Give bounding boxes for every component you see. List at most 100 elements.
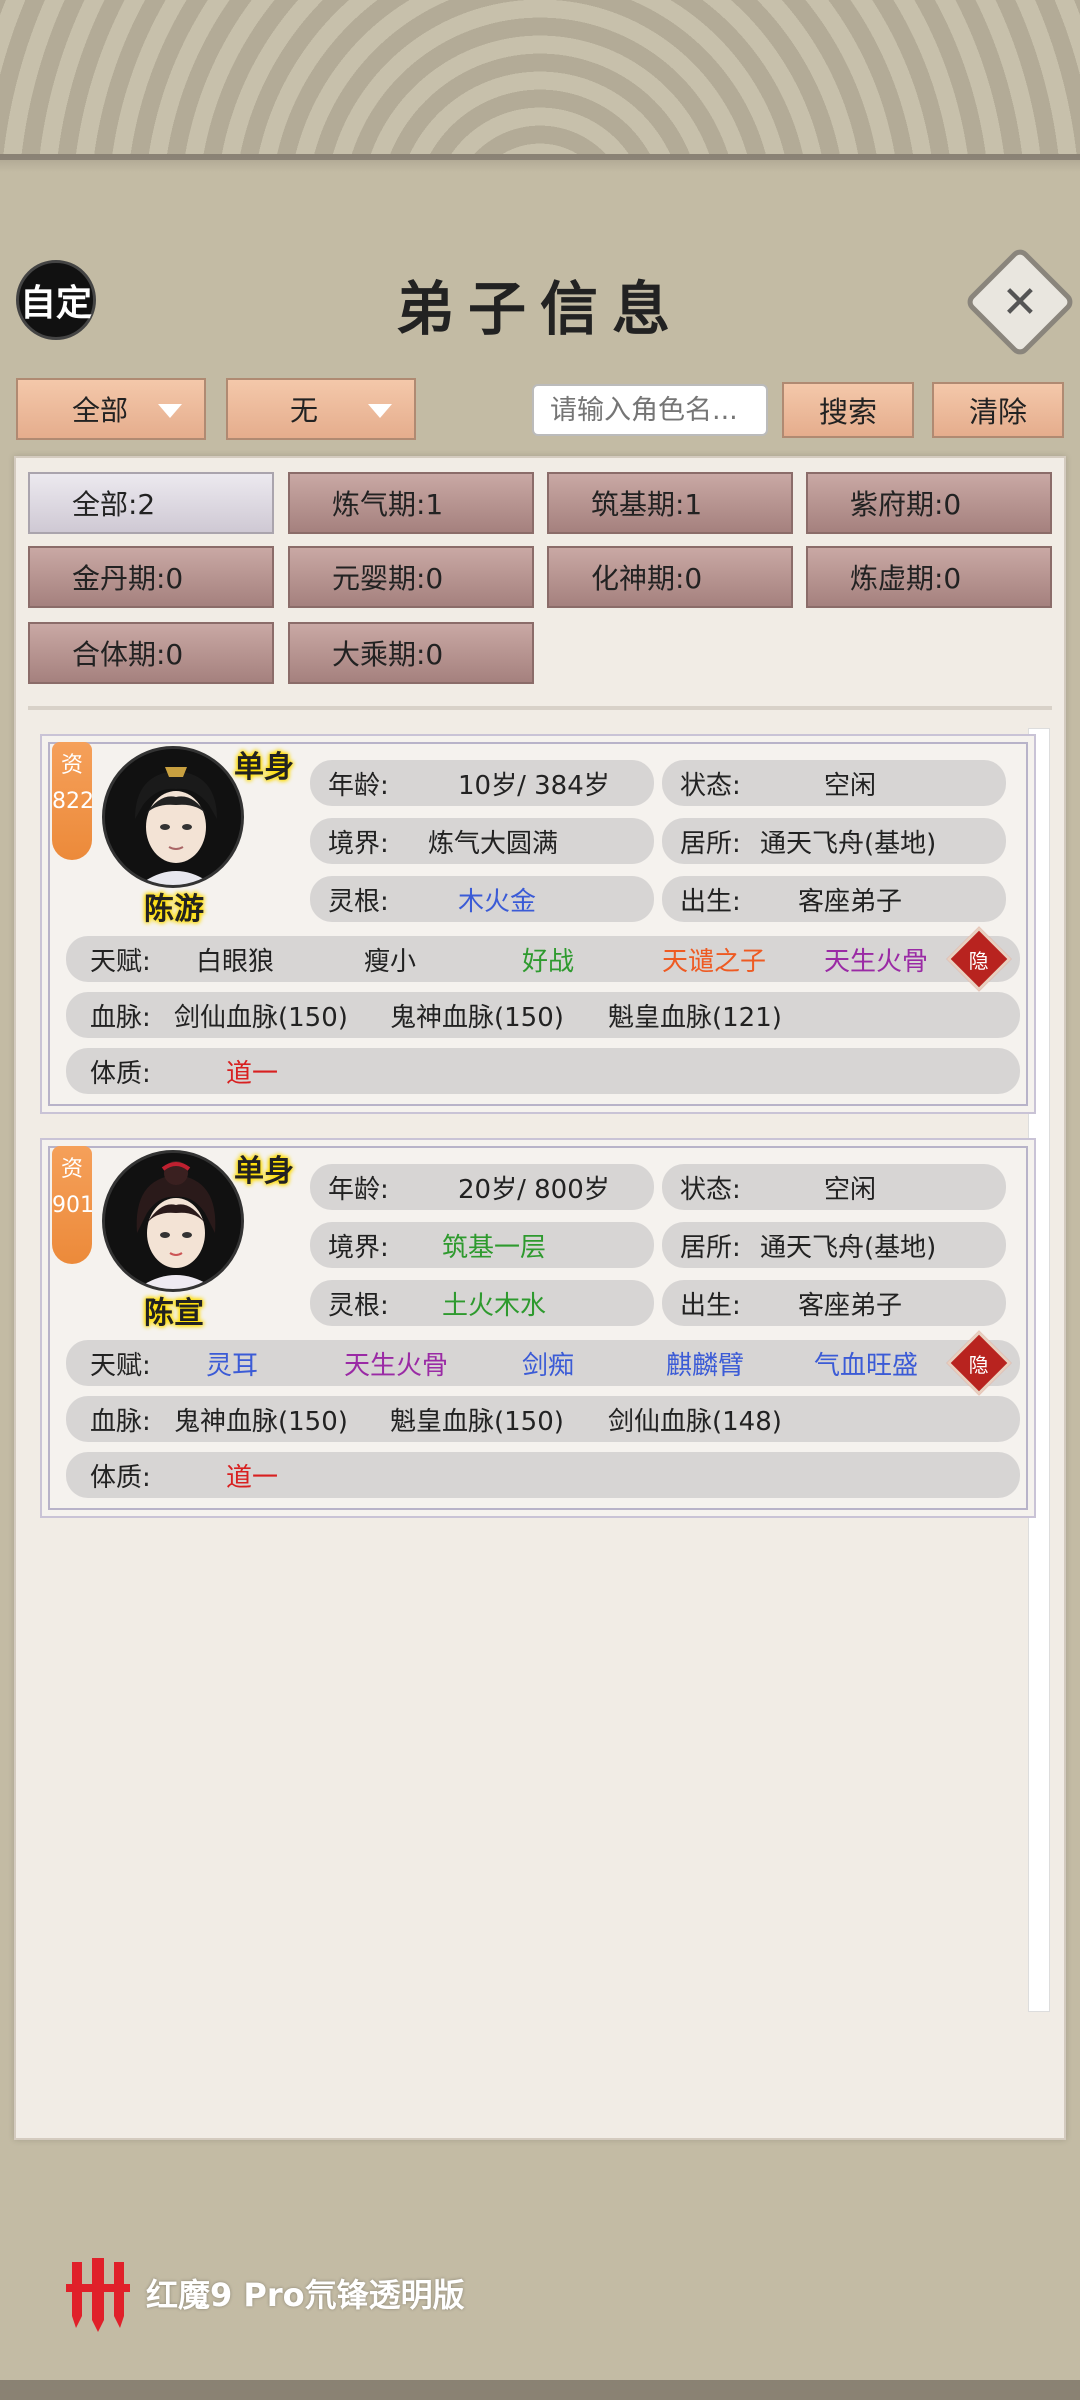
top-decorative-band [0, 0, 1080, 172]
filter-bar: 全部 无 搜索 清除 [0, 378, 1080, 442]
physique-label: 体质: [90, 1462, 151, 1493]
bloodline-item[interactable]: 剑仙血脉(150) [174, 997, 348, 1034]
secondary-dropdown[interactable]: 无 [226, 378, 416, 440]
talent-item[interactable]: 气血旺盛 [814, 1345, 918, 1382]
status-field: 状态: 空闲 [662, 1164, 1006, 1210]
talent-item[interactable]: 天生火骨 [824, 941, 928, 978]
disciple-card[interactable]: 资 822 单身 陈游 年龄: 10岁/ 384岁 状态: 空闲 境界: 炼气大… [40, 734, 1036, 1114]
status-label: 状态: [680, 1174, 741, 1205]
talent-field: 天赋: 灵耳 天生火骨 剑痴 麒麟臂 气血旺盛 [66, 1340, 1020, 1386]
home-label: 居所: [680, 828, 741, 859]
talent-label: 天赋: [90, 1350, 151, 1381]
marital-status: 单身 [234, 1154, 294, 1189]
aptitude-value: 822 [52, 789, 94, 814]
bloodline-item[interactable]: 魁皇血脉(150) [390, 1401, 564, 1438]
age-label: 年龄: [328, 1174, 389, 1205]
spirit-root-value: 木火金 [458, 886, 537, 917]
talent-item[interactable]: 天谴之子 [662, 941, 766, 978]
hide-label: 隐 [969, 1352, 989, 1377]
talent-item[interactable]: 白眼狼 [196, 941, 274, 978]
realm-label: 境界: [328, 1232, 389, 1263]
bloodline-field: 血脉: 鬼神血脉(150) 魁皇血脉(150) 剑仙血脉(148) [66, 1396, 1020, 1442]
home-value: 通天飞舟(基地) [760, 1232, 937, 1263]
tab-jindan[interactable]: 金丹期:0 [28, 546, 274, 608]
spirit-root-field: 灵根: 土火木水 [310, 1280, 654, 1326]
red-magic-logo-icon [66, 2258, 130, 2332]
tab-zhuji[interactable]: 筑基期:1 [547, 472, 793, 534]
spirit-root-value: 土火木水 [442, 1290, 547, 1321]
tab-dacheng[interactable]: 大乘期:0 [288, 622, 534, 684]
secondary-dropdown-value: 无 [290, 394, 319, 427]
bloodline-item[interactable]: 鬼神血脉(150) [390, 997, 564, 1034]
talent-item[interactable]: 好战 [522, 941, 574, 978]
divider [28, 706, 1052, 710]
spirit-root-label: 灵根: [328, 886, 389, 917]
age-value: 10岁/ 384岁 [458, 770, 610, 801]
status-value: 空闲 [824, 1174, 877, 1205]
birth-label: 出生: [680, 886, 741, 917]
talent-item[interactable]: 剑痴 [522, 1345, 574, 1382]
search-input[interactable] [532, 384, 768, 436]
physique-value[interactable]: 道一 [226, 1457, 278, 1494]
avatar[interactable] [102, 746, 244, 888]
category-dropdown[interactable]: 全部 [16, 378, 206, 440]
chevron-down-icon [368, 404, 392, 418]
physique-field: 体质: 道一 [66, 1048, 1020, 1094]
physique-field: 体质: 道一 [66, 1452, 1020, 1498]
aptitude-label: 资 [60, 1157, 83, 1182]
talent-item[interactable]: 麒麟臂 [666, 1345, 744, 1382]
home-label: 居所: [680, 1232, 741, 1263]
physique-label: 体质: [90, 1058, 151, 1089]
bloodline-label: 血脉: [90, 1406, 151, 1437]
aptitude-value: 901 [52, 1193, 94, 1218]
talent-field: 天赋: 白眼狼 瘦小 好战 天谴之子 天生火骨 [66, 936, 1020, 982]
page-title: 弟子信息 [395, 275, 684, 343]
birth-field: 出生: 客座弟子 [662, 876, 1006, 922]
birth-field: 出生: 客座弟子 [662, 1280, 1006, 1326]
bottom-decorative-band [0, 2380, 1080, 2400]
tab-all[interactable]: 全部:2 [28, 472, 274, 534]
realm-field: 境界: 炼气大圆满 [310, 818, 654, 864]
chevron-down-icon [158, 404, 182, 418]
age-label: 年龄: [328, 770, 389, 801]
disciple-name: 陈游 [144, 892, 204, 927]
marital-status: 单身 [234, 750, 294, 785]
tab-yuanying[interactable]: 元婴期:0 [288, 546, 534, 608]
birth-value: 客座弟子 [798, 886, 903, 917]
bloodline-item[interactable]: 剑仙血脉(148) [608, 1401, 782, 1438]
status-label: 状态: [680, 770, 741, 801]
spirit-root-label: 灵根: [328, 1290, 389, 1321]
hide-label: 隐 [969, 948, 989, 973]
tab-lianqi[interactable]: 炼气期:1 [288, 472, 534, 534]
realm-label: 境界: [328, 828, 389, 859]
bloodline-item[interactable]: 鬼神血脉(150) [174, 1401, 348, 1438]
birth-value: 客座弟子 [798, 1290, 903, 1321]
status-field: 状态: 空闲 [662, 760, 1006, 806]
disciple-name: 陈宣 [144, 1296, 204, 1331]
tab-zifu[interactable]: 紫府期:0 [806, 472, 1052, 534]
search-button[interactable]: 搜索 [782, 382, 914, 438]
home-value: 通天飞舟(基地) [760, 828, 937, 859]
clear-button[interactable]: 清除 [932, 382, 1064, 438]
aptitude-badge: 资 822 [52, 742, 94, 860]
disciple-card[interactable]: 资 901 单身 陈宣 年龄: 20岁/ 800岁 状态: 空闲 境界: 筑基一… [40, 1138, 1036, 1518]
talent-item[interactable]: 灵耳 [206, 1345, 258, 1382]
close-icon: ✕ [1001, 276, 1039, 328]
talent-item[interactable]: 瘦小 [364, 941, 416, 978]
physique-value[interactable]: 道一 [226, 1053, 278, 1090]
header: 自定 弟子信息 ✕ [0, 240, 1080, 360]
tab-heti[interactable]: 合体期:0 [28, 622, 274, 684]
watermark-text: 红魔9 Pro氘锋透明版 [146, 2276, 465, 2314]
tab-huashen[interactable]: 化神期:0 [547, 546, 793, 608]
bloodline-item[interactable]: 魁皇血脉(121) [608, 997, 782, 1034]
disciple-panel: 全部:2 炼气期:1 筑基期:1 紫府期:0 金丹期:0 元婴期:0 化神期:0… [14, 456, 1066, 2140]
category-dropdown-value: 全部 [72, 394, 129, 427]
talent-item[interactable]: 天生火骨 [344, 1345, 448, 1382]
realm-field: 境界: 筑基一层 [310, 1222, 654, 1268]
device-watermark: 红魔9 Pro氘锋透明版 [58, 2254, 578, 2334]
avatar[interactable] [102, 1150, 244, 1292]
talent-label: 天赋: [90, 946, 151, 977]
age-value: 20岁/ 800岁 [458, 1174, 610, 1205]
home-field: 居所: 通天飞舟(基地) [662, 818, 1006, 864]
tab-lianxu[interactable]: 炼虚期:0 [806, 546, 1052, 608]
